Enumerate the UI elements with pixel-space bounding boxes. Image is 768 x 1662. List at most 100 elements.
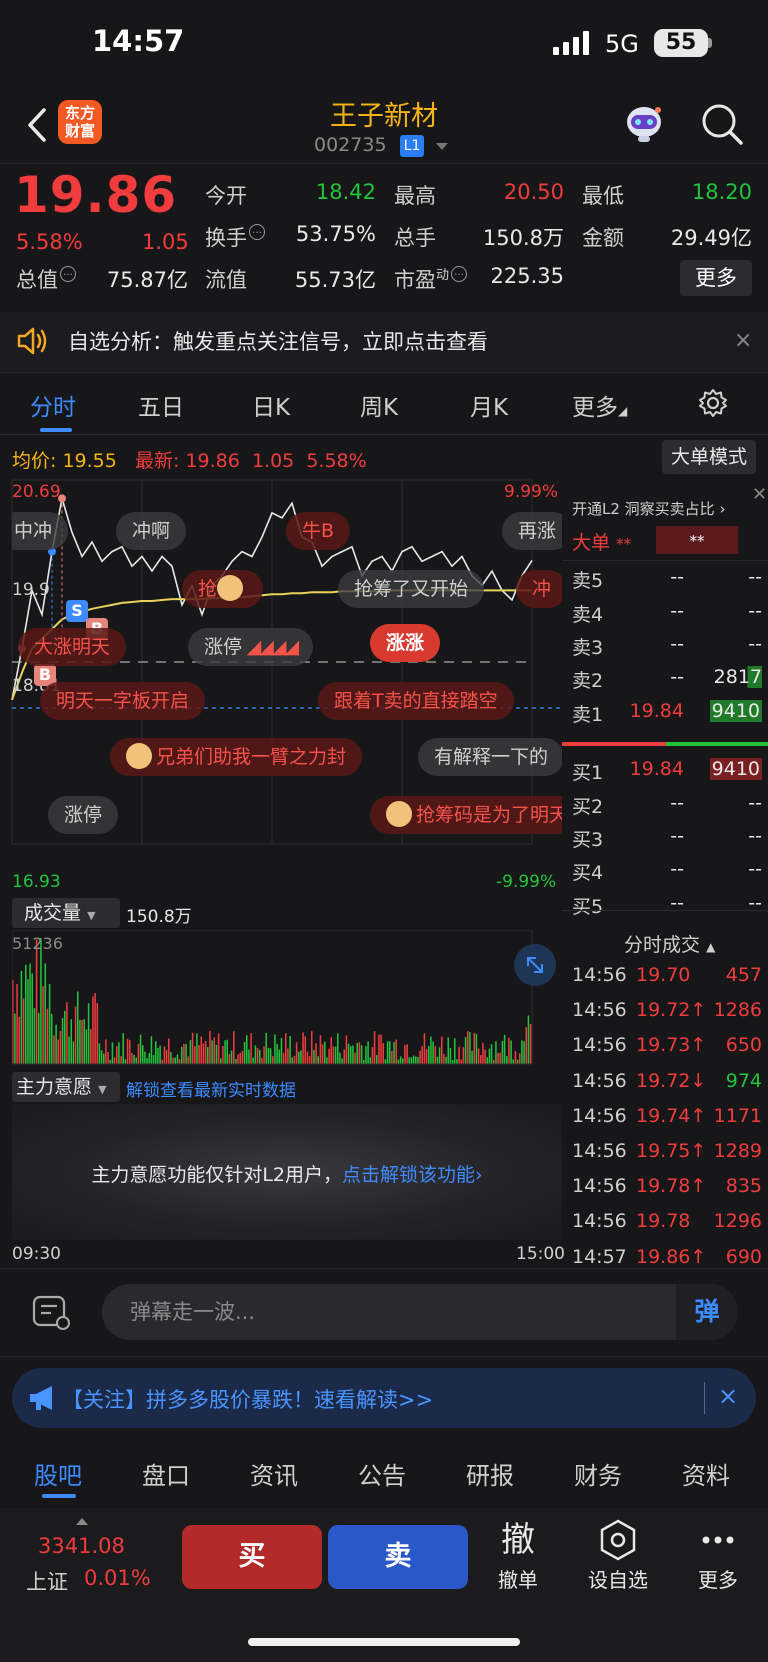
- gear-icon[interactable]: [698, 388, 728, 418]
- volume-bar: [350, 1046, 352, 1064]
- unlock-data-link[interactable]: 解锁查看最新实时数据: [126, 1076, 296, 1101]
- tab-more[interactable]: 更多◢: [572, 388, 627, 422]
- tab-stock-forum[interactable]: 股吧: [34, 1456, 82, 1491]
- tab-financials[interactable]: 财务: [574, 1456, 622, 1491]
- volume-bar: [165, 1049, 168, 1064]
- danmaku-bubble: 冲啊: [116, 512, 187, 550]
- tab-research[interactable]: 研报: [466, 1456, 514, 1491]
- volume-bar: [100, 1050, 103, 1064]
- volume-bar: [57, 1039, 60, 1064]
- volume-bar: [107, 1051, 109, 1064]
- volume-bar: [272, 1056, 274, 1064]
- ad-text[interactable]: 【关注】拼多多股价暴跌！速看解读>>: [62, 1384, 433, 1414]
- add-watchlist-button[interactable]: 设自选: [578, 1518, 658, 1593]
- volume-bar: [393, 1042, 395, 1064]
- volume-bar: [399, 1056, 402, 1064]
- volume-bar: [499, 1052, 502, 1064]
- volume-bar: [447, 1037, 450, 1064]
- unlock-feature-link[interactable]: 点击解锁该功能›: [342, 1164, 483, 1186]
- volume-bar: [274, 1034, 276, 1064]
- level-badge: L1: [400, 135, 424, 157]
- volume-bar: [293, 1055, 296, 1064]
- tab-weekly-k[interactable]: 周K: [360, 388, 398, 422]
- volume-bar: [369, 1057, 372, 1064]
- high-label: 最高: [394, 184, 436, 208]
- volume-bar: [163, 1046, 166, 1064]
- more-actions-button[interactable]: 更多: [678, 1518, 758, 1593]
- info-icon[interactable]: …: [60, 266, 76, 282]
- tab-profile[interactable]: 资料: [682, 1456, 730, 1491]
- chevron-up-icon[interactable]: [76, 1518, 88, 1525]
- sell-button[interactable]: 卖: [328, 1525, 468, 1589]
- danmaku-bubble: 大涨明天: [18, 628, 127, 666]
- robot-assistant-icon[interactable]: [622, 102, 666, 144]
- volume-bar: [397, 1059, 400, 1064]
- close-icon[interactable]: ✕: [752, 484, 768, 506]
- danmaku-bubble: 再涨: [502, 512, 562, 550]
- more-quote-button[interactable]: 更多: [680, 260, 752, 296]
- danmu-settings-icon[interactable]: [30, 1292, 72, 1332]
- volume-bar: [415, 1056, 417, 1064]
- volume-bar: [120, 1056, 122, 1064]
- index-change-percent[interactable]: 0.01%: [84, 1566, 151, 1590]
- tab-daily-k[interactable]: 日K: [252, 388, 290, 422]
- danmu-send-button[interactable]: 弹: [676, 1284, 738, 1340]
- tab-intraday[interactable]: 分时: [30, 388, 76, 422]
- header-divider: [0, 163, 768, 164]
- index-value[interactable]: 3341.08: [38, 1534, 125, 1558]
- expand-icon[interactable]: [514, 944, 556, 986]
- buy-button[interactable]: 买: [182, 1525, 322, 1589]
- volume-selector[interactable]: 成交量 ▼: [12, 898, 120, 928]
- ticks-title[interactable]: 分时成交 ▲: [624, 930, 715, 957]
- volume-bar: [319, 1035, 322, 1064]
- main-force-selector[interactable]: 主力意愿 ▼: [12, 1072, 120, 1102]
- avatar: [386, 801, 412, 827]
- open-label: 今开: [205, 184, 247, 208]
- big-order-mode-button[interactable]: 大单模式: [662, 440, 756, 474]
- volume-bar: [345, 1035, 348, 1064]
- volume-bar: [276, 1043, 278, 1064]
- volume-bar: [248, 1049, 250, 1064]
- tick-time: 14:56: [572, 1034, 627, 1057]
- danmaku-bubble: 兄弟们助我一臂之力封: [110, 738, 363, 776]
- tab-announcements[interactable]: 公告: [358, 1456, 406, 1491]
- tick-time: 14:56: [572, 1175, 627, 1198]
- tick-volume: 690: [725, 1245, 762, 1268]
- volume-bar: [306, 1051, 309, 1064]
- volume-bar: [55, 1024, 57, 1064]
- volume-bar: [376, 1054, 378, 1064]
- ask-label: 卖3: [572, 637, 604, 659]
- ad-divider: [0, 1356, 768, 1357]
- tab-news[interactable]: 资讯: [250, 1456, 298, 1491]
- tab-monthly-k[interactable]: 月K: [470, 388, 508, 422]
- pe-label[interactable]: 市盈动…: [394, 264, 468, 294]
- l2-promo[interactable]: 开通L2 洞察买卖占比 ›: [572, 498, 725, 519]
- volume-bar: [412, 1055, 415, 1064]
- market-cap-label[interactable]: 总值…: [16, 264, 76, 294]
- volume-bar: [501, 1040, 504, 1064]
- volume-bar: [298, 1051, 300, 1064]
- banner-text[interactable]: 自选分析：触发重点关注信号，立即点击查看: [68, 326, 488, 356]
- volume-bar: [512, 1059, 515, 1064]
- volume-bar: [233, 1031, 235, 1064]
- tab-order-book[interactable]: 盘口: [142, 1456, 190, 1491]
- search-icon[interactable]: [700, 102, 744, 146]
- info-icon[interactable]: …: [451, 266, 468, 282]
- info-icon[interactable]: …: [249, 224, 265, 240]
- volume-bar: [391, 1051, 393, 1064]
- turnover-label[interactable]: 换手…: [205, 222, 265, 252]
- close-icon[interactable]: ×: [734, 328, 752, 353]
- volume-bar: [202, 1043, 205, 1064]
- cancel-order-button[interactable]: 撤撤单: [478, 1518, 558, 1593]
- close-icon[interactable]: ×: [718, 1382, 738, 1410]
- volume-bar: [220, 1058, 222, 1064]
- volume-bar: [133, 1054, 135, 1064]
- index-name[interactable]: 上证: [26, 1566, 68, 1596]
- volume-bar: [16, 984, 18, 1064]
- danmu-input[interactable]: 弹幕走一波...: [102, 1284, 738, 1340]
- chevron-down-icon[interactable]: [436, 143, 448, 150]
- tab-five-day[interactable]: 五日: [138, 388, 184, 422]
- volume-bar: [363, 1059, 365, 1064]
- danmaku-bubble: 涨涨: [370, 624, 441, 662]
- tick-time: 14:56: [572, 964, 627, 986]
